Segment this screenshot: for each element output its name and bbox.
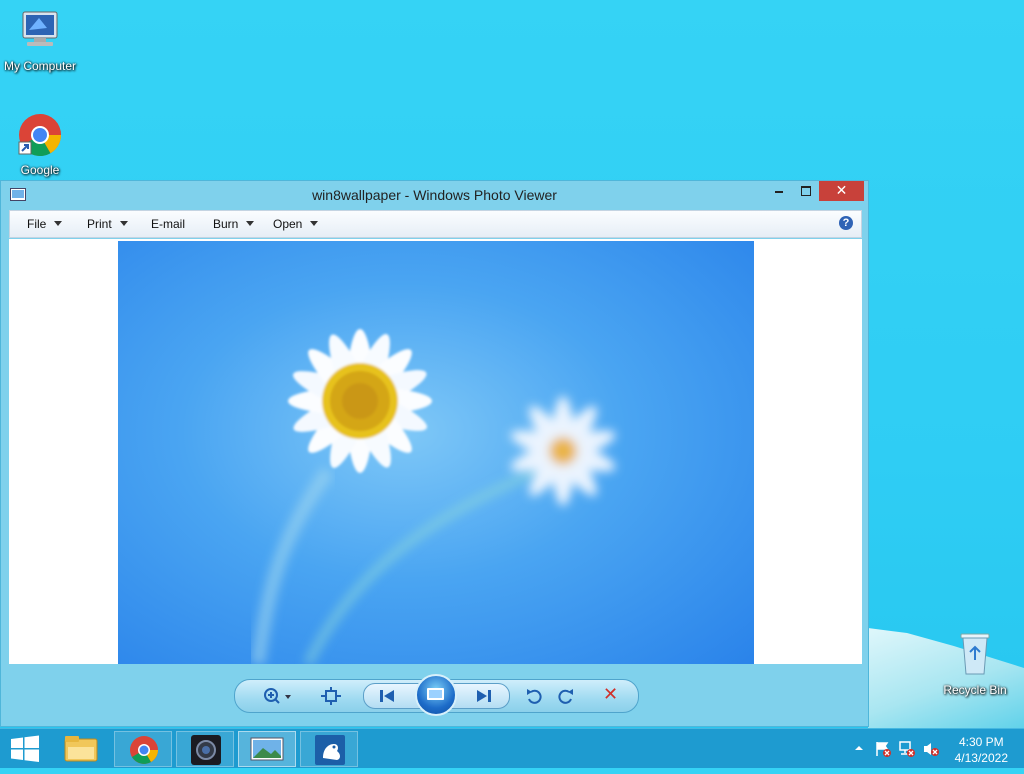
camera-app-icon [191, 735, 221, 765]
daisy-wallpaper-image [251, 329, 616, 664]
minimize-button[interactable] [768, 181, 790, 201]
taskbar-file-explorer[interactable] [52, 731, 110, 767]
computer-icon [22, 11, 58, 46]
photo-viewer-window[interactable]: win8wallpaper - Windows Photo Viewer ✕ F… [0, 180, 869, 727]
maximize-button[interactable] [795, 181, 817, 201]
menu-print[interactable]: Print [87, 217, 128, 231]
clock[interactable]: 4:30 PM 4/13/2022 [955, 734, 1008, 766]
rotate-left-icon[interactable] [525, 687, 543, 705]
menu-label: Open [273, 217, 303, 231]
menu-label: File [27, 217, 47, 231]
menu-open[interactable]: Open [273, 217, 319, 231]
photo-viewer-icon [250, 737, 284, 761]
actual-size-icon[interactable] [321, 687, 341, 705]
close-icon: ✕ [835, 182, 848, 198]
next-icon[interactable] [475, 687, 493, 705]
desktop-icon-label: Google [20, 163, 60, 177]
chevron-down-icon [310, 221, 319, 226]
windows-logo-icon [11, 735, 39, 762]
menu-label: E-mail [151, 217, 186, 231]
chevron-down-icon [54, 221, 63, 226]
viewer-controls: ✕ [234, 674, 639, 716]
command-bar: File Print E-mail Burn Open ? [9, 210, 862, 238]
clock-date: 4/13/2022 [954, 751, 1008, 765]
menu-email[interactable]: E-mail [151, 217, 185, 231]
start-button[interactable] [0, 729, 50, 769]
system-tray: 4:30 PM 4/13/2022 [824, 729, 1024, 769]
menu-label: Print [87, 217, 112, 231]
menu-file[interactable]: File [27, 217, 63, 231]
taskbar: 4:30 PM 4/13/2022 [0, 728, 1024, 768]
chrome-icon [130, 736, 158, 764]
desktop-icon-my-computer[interactable]: My Computer [0, 10, 80, 73]
show-hidden-icons-icon[interactable] [854, 743, 864, 753]
recycle-bin-icon [960, 633, 990, 675]
chevron-down-icon [246, 221, 255, 226]
file-explorer-icon [64, 736, 98, 762]
taskbar-photo-viewer[interactable] [238, 731, 296, 767]
taskbar-frog-app[interactable] [300, 731, 358, 767]
title-bar[interactable]: win8wallpaper - Windows Photo Viewer ✕ [1, 181, 868, 209]
frog-app-icon [315, 735, 345, 765]
desktop-icon-label: Recycle Bin [943, 683, 1007, 697]
photo-image [118, 241, 754, 664]
slideshow-button[interactable] [415, 674, 457, 716]
delete-icon[interactable]: ✕ [603, 684, 618, 704]
menu-label: Burn [213, 217, 239, 231]
previous-icon[interactable] [378, 687, 396, 705]
help-icon[interactable]: ? [839, 216, 853, 230]
window-title: win8wallpaper - Windows Photo Viewer [312, 187, 557, 203]
desktop-icon-recycle-bin[interactable]: Recycle Bin [935, 630, 1015, 697]
image-viewport [9, 239, 862, 664]
menu-burn[interactable]: Burn [213, 217, 255, 231]
chrome-icon [18, 114, 62, 157]
volume-muted-icon[interactable] [922, 740, 940, 758]
rotate-right-icon[interactable] [557, 687, 575, 705]
clock-time: 4:30 PM [958, 735, 1004, 749]
taskbar-chrome[interactable] [114, 731, 172, 767]
desktop-icon-label: My Computer [3, 59, 77, 73]
action-center-flag-icon[interactable] [874, 740, 892, 758]
network-icon[interactable] [898, 740, 916, 758]
close-button[interactable]: ✕ [819, 181, 864, 201]
taskbar-camera-app[interactable] [176, 731, 234, 767]
zoom-icon[interactable] [263, 687, 295, 705]
chevron-down-icon [119, 221, 128, 226]
desktop-icon-google[interactable]: Google [0, 112, 80, 177]
